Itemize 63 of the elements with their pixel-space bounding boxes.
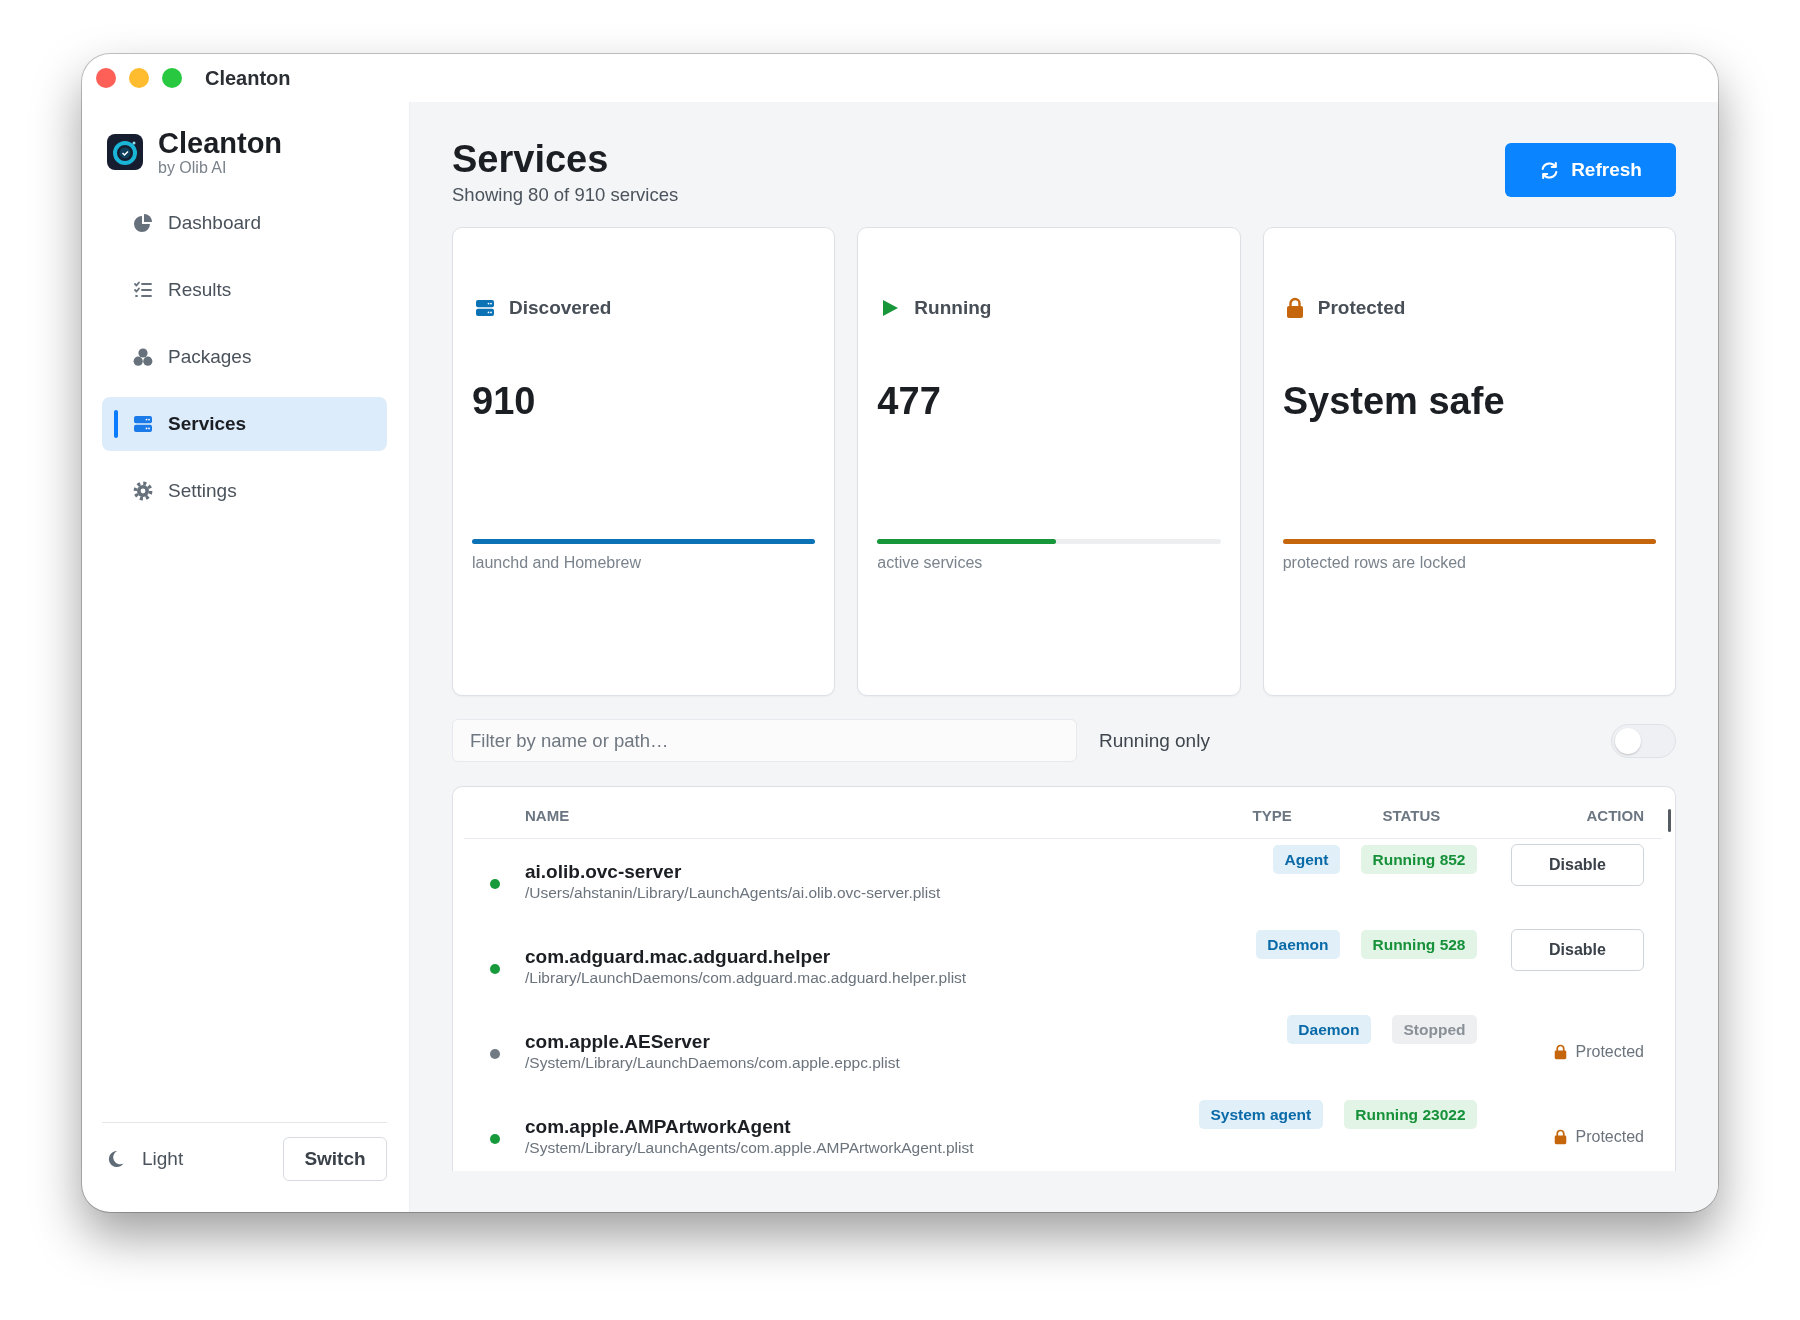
theme-label: Light [142,1148,184,1170]
service-name: ai.olib.ovc-server [525,861,682,883]
status-tag: Running 528 [1361,930,1477,959]
filter-input[interactable]: Filter by name or path… [452,719,1077,762]
stat-label: Protected [1317,297,1406,319]
close-button[interactable] [96,68,116,88]
stat-caption: launchd and Homebrew [472,553,641,573]
nav-item[interactable]: Packages [102,330,387,384]
nav-item[interactable]: Results [102,263,387,317]
disable-button[interactable]: Disable [1511,929,1644,971]
gear-icon [133,481,153,501]
type-tag: System agent [1198,1100,1323,1129]
app-subtitle: by Olib AI [158,159,228,177]
page-subtitle: Showing 80 of 910 services [452,184,679,206]
selection-indicator [114,410,118,438]
service-path: /System/Library/LaunchAgents/com.apple.AMPArtworkAgent.plist [525,1138,974,1157]
protected-label: Protected [1575,1127,1644,1146]
toggle-switch[interactable] [1611,723,1676,758]
service-name: com.apple.AEServer [525,1031,710,1053]
status-tag: Running 852 [1361,845,1477,874]
protected-label: Protected [1575,1042,1644,1061]
lock-icon [1553,1128,1567,1145]
nav-item[interactable]: Dashboard [102,196,387,250]
disable-button[interactable]: Disable [1511,844,1644,886]
pie-chart-icon [133,213,153,233]
server-icon [133,414,153,434]
lock-icon [1553,1043,1567,1060]
minimize-button[interactable] [129,68,149,88]
stat-caption: active services [877,553,983,573]
stat-label: Discovered [509,297,612,319]
status-tag: Running 23022 [1343,1100,1477,1129]
circles-icon [133,347,153,367]
nav-item[interactable]: Settings [102,464,387,518]
theme-switch-button[interactable]: Switch [283,1137,387,1181]
zoom-button[interactable] [162,68,182,88]
window-title: Cleanton [205,66,291,90]
type-tag: Agent [1273,845,1340,874]
stat-value: 910 [472,379,536,423]
type-tag: Daemon [1255,930,1340,959]
stat-label: Running [914,297,992,319]
refresh-button[interactable]: Refresh [1505,143,1676,197]
service-path: /System/Library/LaunchDaemons/com.apple.eppc.plist [525,1053,900,1072]
service-path: /Library/LaunchDaemons/com.adguard.mac.adguard.helper.plist [525,968,967,987]
checklist-icon [133,280,153,300]
column-header: ACTION [1586,806,1644,824]
service-path: /Users/ahstanin/Library/LaunchAgents/ai.olib.ovc-server.plist [525,883,941,902]
service-name: com.adguard.mac.adguard.helper [525,946,831,968]
scrollbar-thumb[interactable] [1668,809,1671,832]
status-tag: Stopped [1392,1015,1477,1044]
column-header: TYPE [1252,806,1293,824]
page-title: Services [452,137,610,182]
stat-caption: protected rows are locked [1282,553,1466,573]
service-name: com.apple.AMPArtworkAgent [525,1116,791,1138]
stat-value: System safe [1282,379,1505,423]
app-name: Cleanton [158,127,283,159]
column-header: NAME [525,806,571,824]
stat-value: 477 [877,379,941,423]
toggle-label: Running only [1099,729,1210,752]
nav-item[interactable]: Services [102,397,387,451]
type-tag: Daemon [1286,1015,1371,1044]
app-logo-icon [107,134,143,170]
moon-icon [106,1150,124,1168]
column-header: STATUS [1382,806,1442,824]
